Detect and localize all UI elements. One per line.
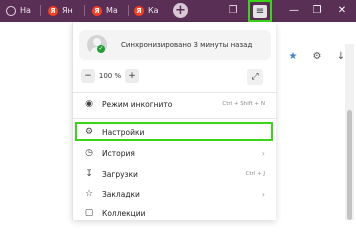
hamburger-icon: ≡ xyxy=(253,4,267,18)
tab-4-label: Ка xyxy=(148,6,159,15)
chevron-right-icon: › xyxy=(261,148,265,158)
menu-item-bookmarks[interactable]: ☆ Закладки › xyxy=(73,185,277,203)
zoom-in-button[interactable]: + xyxy=(125,69,139,83)
tab-separator xyxy=(84,5,85,16)
avatar xyxy=(87,35,107,55)
yandex-icon: Я xyxy=(92,5,102,16)
page-content-left xyxy=(0,22,72,220)
divider xyxy=(73,92,277,93)
close-button[interactable]: ✕ xyxy=(333,2,351,20)
tab-separator xyxy=(128,5,129,16)
incognito-hotkey: Ctrl + Shift + N xyxy=(222,101,265,107)
fullscreen-icon[interactable]: ⤢ xyxy=(247,69,263,85)
zoom-value: 100 % xyxy=(98,72,122,80)
zoom-control: − 100 % + xyxy=(81,69,139,83)
menu-item-collections[interactable]: ▢ Коллекции xyxy=(73,204,277,222)
tab-2-label: Ян xyxy=(62,6,73,15)
sync-status[interactable]: ✓ Синхронизировано 3 минуты назад xyxy=(79,30,271,60)
zoom-out-button[interactable]: − xyxy=(81,69,95,83)
new-tab-button[interactable]: + xyxy=(173,3,188,18)
tab-list-icon[interactable]: ❐ xyxy=(225,3,241,19)
scrollbar-thumb[interactable] xyxy=(347,110,352,220)
tab-3[interactable]: Я Ма xyxy=(92,2,118,19)
bookmarks-label: Закладки xyxy=(102,189,140,199)
incognito-label: Режим инкогнито xyxy=(102,99,173,109)
downloads-hotkey: Ctrl + J xyxy=(245,171,265,177)
check-icon: ✓ xyxy=(97,45,105,53)
chevron-right-icon: › xyxy=(261,189,265,199)
translate-icon[interactable]: ★ xyxy=(286,50,300,64)
extensions-icon[interactable]: ⚙ xyxy=(310,50,324,64)
tab-separator xyxy=(40,5,41,16)
tab-2[interactable]: Я Ян xyxy=(48,2,73,19)
yandex-icon: Я xyxy=(134,5,144,16)
clock-icon: ◷ xyxy=(85,148,93,158)
divider xyxy=(73,118,277,119)
yandex-icon: Я xyxy=(48,5,58,16)
tab-4[interactable]: Я Ка xyxy=(134,2,159,19)
menu-button[interactable]: ≡ xyxy=(248,0,272,22)
history-label: История xyxy=(102,148,135,158)
web-icon xyxy=(6,5,16,16)
star-icon: ☆ xyxy=(84,189,94,199)
menu-item-history[interactable]: ◷ История › xyxy=(73,144,277,162)
tab-1-label: На xyxy=(20,6,31,15)
collections-label: Коллекции xyxy=(102,208,146,218)
tab-3-label: Ма xyxy=(106,6,118,15)
collections-icon: ▢ xyxy=(84,208,94,218)
page-content-right: ★ ⚙ ↓ xyxy=(276,22,356,220)
restore-button[interactable]: ❐ xyxy=(308,2,326,20)
sync-text: Синхронизировано 3 минуты назад xyxy=(121,41,253,49)
browser-menu: ✓ Синхронизировано 3 минуты назад − 100 … xyxy=(72,22,277,222)
downloads-label: Загрузки xyxy=(102,169,138,179)
title-bar: На Я Ян Я Ма Я Ка + ❐ ≡ — ❐ ✕ xyxy=(0,0,356,22)
menu-item-incognito[interactable]: ◉ Режим инкогнито Ctrl + Shift + N xyxy=(73,95,277,113)
incognito-icon: ◉ xyxy=(85,99,93,109)
tab-1[interactable]: На xyxy=(6,2,31,19)
download-icon: ↧ xyxy=(85,169,93,179)
minimize-button[interactable]: — xyxy=(285,2,303,20)
menu-item-downloads[interactable]: ↧ Загрузки Ctrl + J xyxy=(73,165,277,183)
settings-highlight xyxy=(75,122,273,141)
